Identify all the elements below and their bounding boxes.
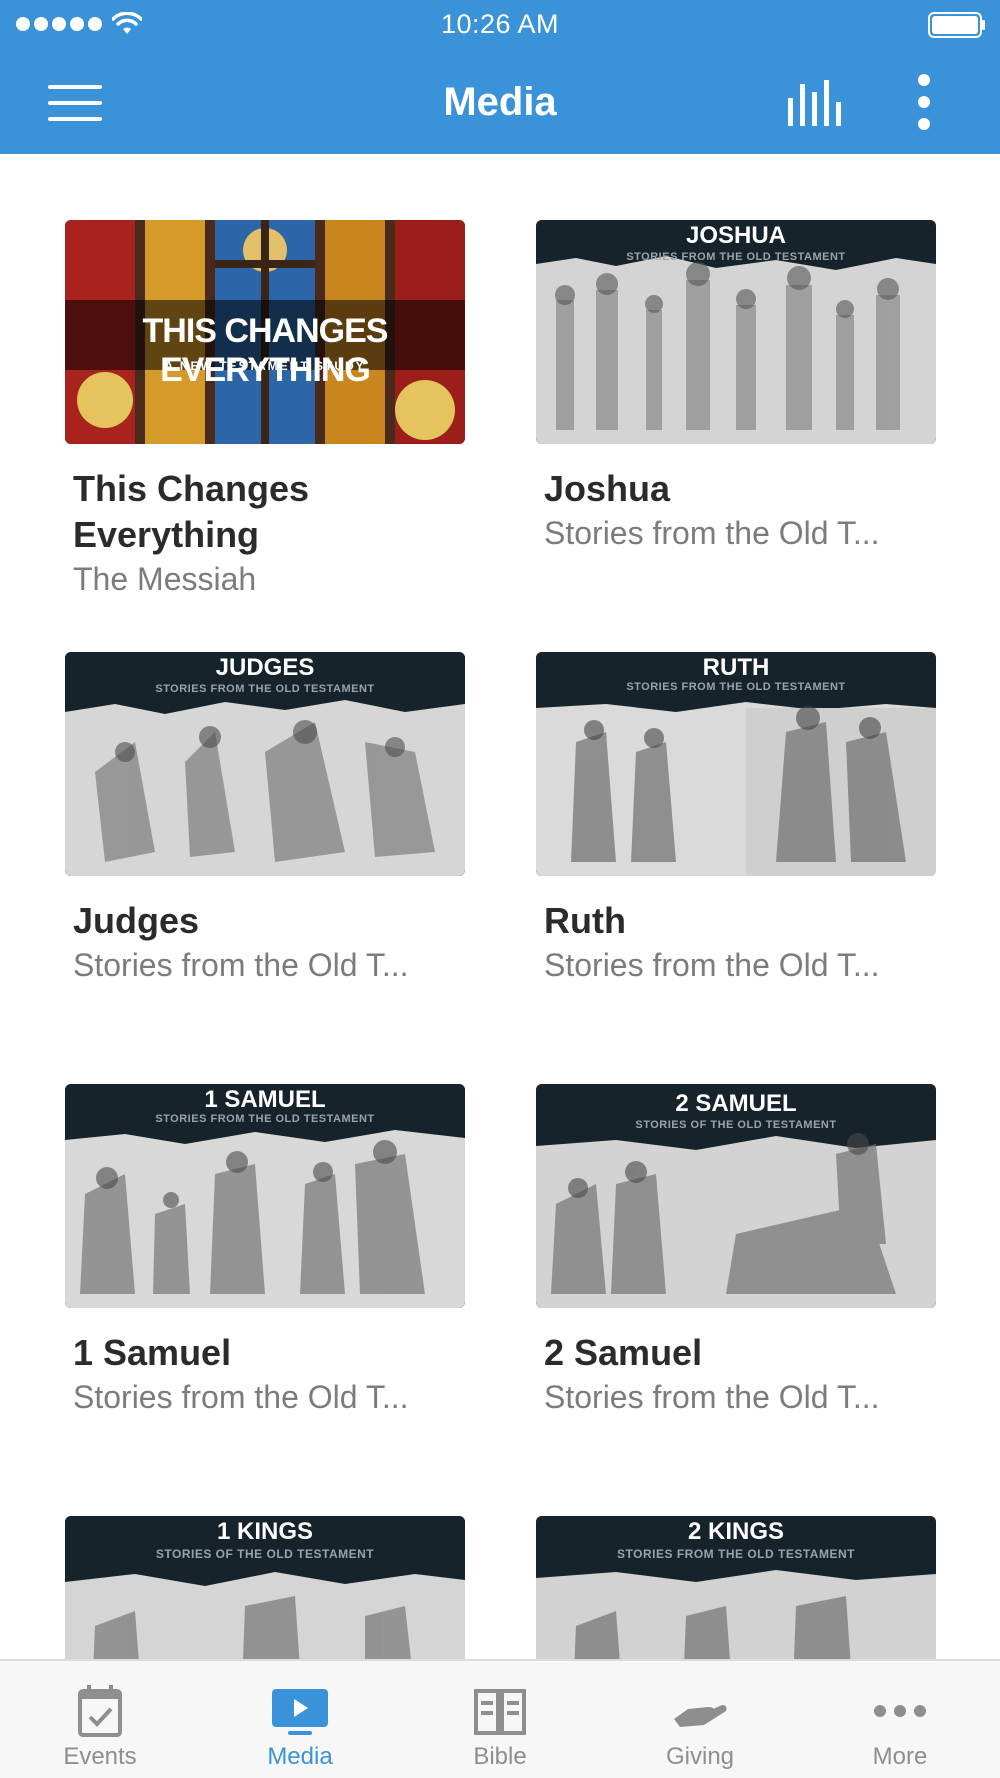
media-subtitle: Stories from the Old T... bbox=[544, 947, 880, 983]
play-screen-icon bbox=[272, 1689, 328, 1735]
page-title: Media bbox=[443, 80, 557, 124]
media-thumbnail: THIS CHANGES EVERYTHING A NEW TESTAMENT … bbox=[65, 220, 465, 444]
media-card-ruth[interactable]: RUTH STORIES FROM THE OLD TESTAMENT Ruth… bbox=[536, 652, 936, 986]
tab-label: More bbox=[872, 1743, 928, 1770]
media-subtitle: Stories from the Old T... bbox=[544, 1379, 880, 1415]
media-subtitle: The Messiah bbox=[73, 561, 257, 597]
tab-bible[interactable]: Bible bbox=[400, 1661, 600, 1778]
tab-giving[interactable]: Giving bbox=[600, 1661, 800, 1778]
battery-icon bbox=[928, 12, 985, 38]
hamburger-menu-icon[interactable] bbox=[48, 85, 104, 121]
media-card-1-samuel[interactable]: 1 SAMUEL STORIES FROM THE OLD TESTAMENT … bbox=[65, 1084, 465, 1418]
tab-events[interactable]: Events bbox=[0, 1661, 200, 1778]
media-card-2-kings[interactable]: 2 KINGS STORIES FROM THE OLD TESTAMENT bbox=[536, 1516, 936, 1659]
status-bar: 10:26 AM bbox=[0, 0, 1000, 50]
thumbnail-banner-subtitle: STORIES FROM THE OLD TESTAMENT bbox=[626, 681, 846, 693]
media-thumbnail: 1 KINGS STORIES OF THE OLD TESTAMENT bbox=[65, 1516, 465, 1659]
media-card-1-kings[interactable]: 1 KINGS STORIES OF THE OLD TESTAMENT bbox=[65, 1516, 465, 1659]
media-thumbnail: 2 SAMUEL STORIES OF THE OLD TESTAMENT bbox=[536, 1084, 936, 1308]
media-card-judges[interactable]: JUDGES STORIES FROM THE OLD TESTAMENT Ju… bbox=[65, 652, 465, 986]
tab-more[interactable]: More bbox=[800, 1661, 1000, 1778]
tab-label: Giving bbox=[665, 1743, 735, 1770]
media-card-joshua[interactable]: JOSHUA STORIES FROM THE OLD TESTAMENT Jo… bbox=[536, 220, 936, 554]
media-title: Judges bbox=[73, 900, 200, 941]
tab-label: Events bbox=[63, 1743, 137, 1770]
thumbnail-banner-title: 1 SAMUEL bbox=[204, 1086, 326, 1113]
media-title: 1 Samuel bbox=[73, 1332, 232, 1373]
thumbnail-banner-title: RUTH bbox=[702, 654, 770, 681]
media-thumbnail: 1 SAMUEL STORIES FROM THE OLD TESTAMENT bbox=[65, 1084, 465, 1308]
thumbnail-banner-subtitle: STORIES FROM THE OLD TESTAMENT bbox=[155, 683, 375, 695]
media-thumbnail: JUDGES STORIES FROM THE OLD TESTAMENT bbox=[65, 652, 465, 876]
thumbnail-banner-subtitle: A NEW TESTAMENT STUDY bbox=[164, 359, 366, 373]
thumbnail-banner-title: THIS CHANGES EVERYTHING bbox=[142, 312, 389, 389]
media-title: This Changes Everything bbox=[73, 468, 310, 555]
media-title: Joshua bbox=[544, 468, 671, 509]
thumbnail-banner-subtitle: STORIES OF THE OLD TESTAMENT bbox=[635, 1119, 837, 1131]
calendar-check-icon bbox=[78, 1685, 122, 1737]
media-card-this-changes-everything[interactable]: THIS CHANGES EVERYTHING A NEW TESTAMENT … bbox=[65, 220, 465, 600]
media-thumbnail: RUTH STORIES FROM THE OLD TESTAMENT bbox=[536, 652, 936, 876]
overflow-menu-icon[interactable] bbox=[912, 74, 936, 130]
nav-bar: Media bbox=[0, 50, 1000, 154]
tab-label: Media bbox=[267, 1743, 333, 1770]
thumbnail-banner-title: JOSHUA bbox=[685, 222, 787, 249]
thumbnail-banner-title: 2 KINGS bbox=[687, 1518, 785, 1545]
thumbnail-banner-subtitle: STORIES FROM THE OLD TESTAMENT bbox=[617, 1547, 855, 1561]
media-grid: THIS CHANGES EVERYTHING A NEW TESTAMENT … bbox=[0, 154, 1000, 1659]
bar-chart-icon[interactable] bbox=[786, 80, 846, 126]
open-book-icon bbox=[474, 1689, 526, 1735]
tab-bar: Events Media Bible Giving More bbox=[0, 1659, 1000, 1778]
media-thumbnail: 2 KINGS STORIES FROM THE OLD TESTAMENT bbox=[536, 1516, 936, 1659]
tab-label: Bible bbox=[473, 1743, 527, 1770]
thumbnail-banner-title: 1 KINGS bbox=[216, 1518, 314, 1545]
thumbnail-banner-subtitle: STORIES FROM THE OLD TESTAMENT bbox=[155, 1113, 375, 1125]
status-time: 10:26 AM bbox=[440, 9, 560, 39]
media-subtitle: Stories from the Old T... bbox=[544, 515, 880, 551]
thumbnail-banner-subtitle: STORIES FROM THE OLD TESTAMENT bbox=[626, 251, 846, 263]
media-title: Ruth bbox=[544, 900, 626, 941]
hand-giving-icon bbox=[674, 1705, 727, 1727]
thumbnail-banner-title: JUDGES bbox=[215, 654, 315, 681]
media-subtitle: Stories from the Old T... bbox=[73, 1379, 409, 1415]
thumbnail-banner-title: 2 SAMUEL bbox=[675, 1090, 797, 1117]
media-title: 2 Samuel bbox=[544, 1332, 703, 1373]
media-thumbnail: JOSHUA STORIES FROM THE OLD TESTAMENT bbox=[536, 220, 936, 444]
media-subtitle: Stories from the Old T... bbox=[73, 947, 409, 983]
more-dots-icon bbox=[874, 1705, 926, 1717]
thumbnail-banner-subtitle: STORIES OF THE OLD TESTAMENT bbox=[155, 1547, 375, 1561]
tab-media[interactable]: Media bbox=[200, 1661, 400, 1778]
media-card-2-samuel[interactable]: 2 SAMUEL STORIES OF THE OLD TESTAMENT 2 … bbox=[536, 1084, 936, 1418]
